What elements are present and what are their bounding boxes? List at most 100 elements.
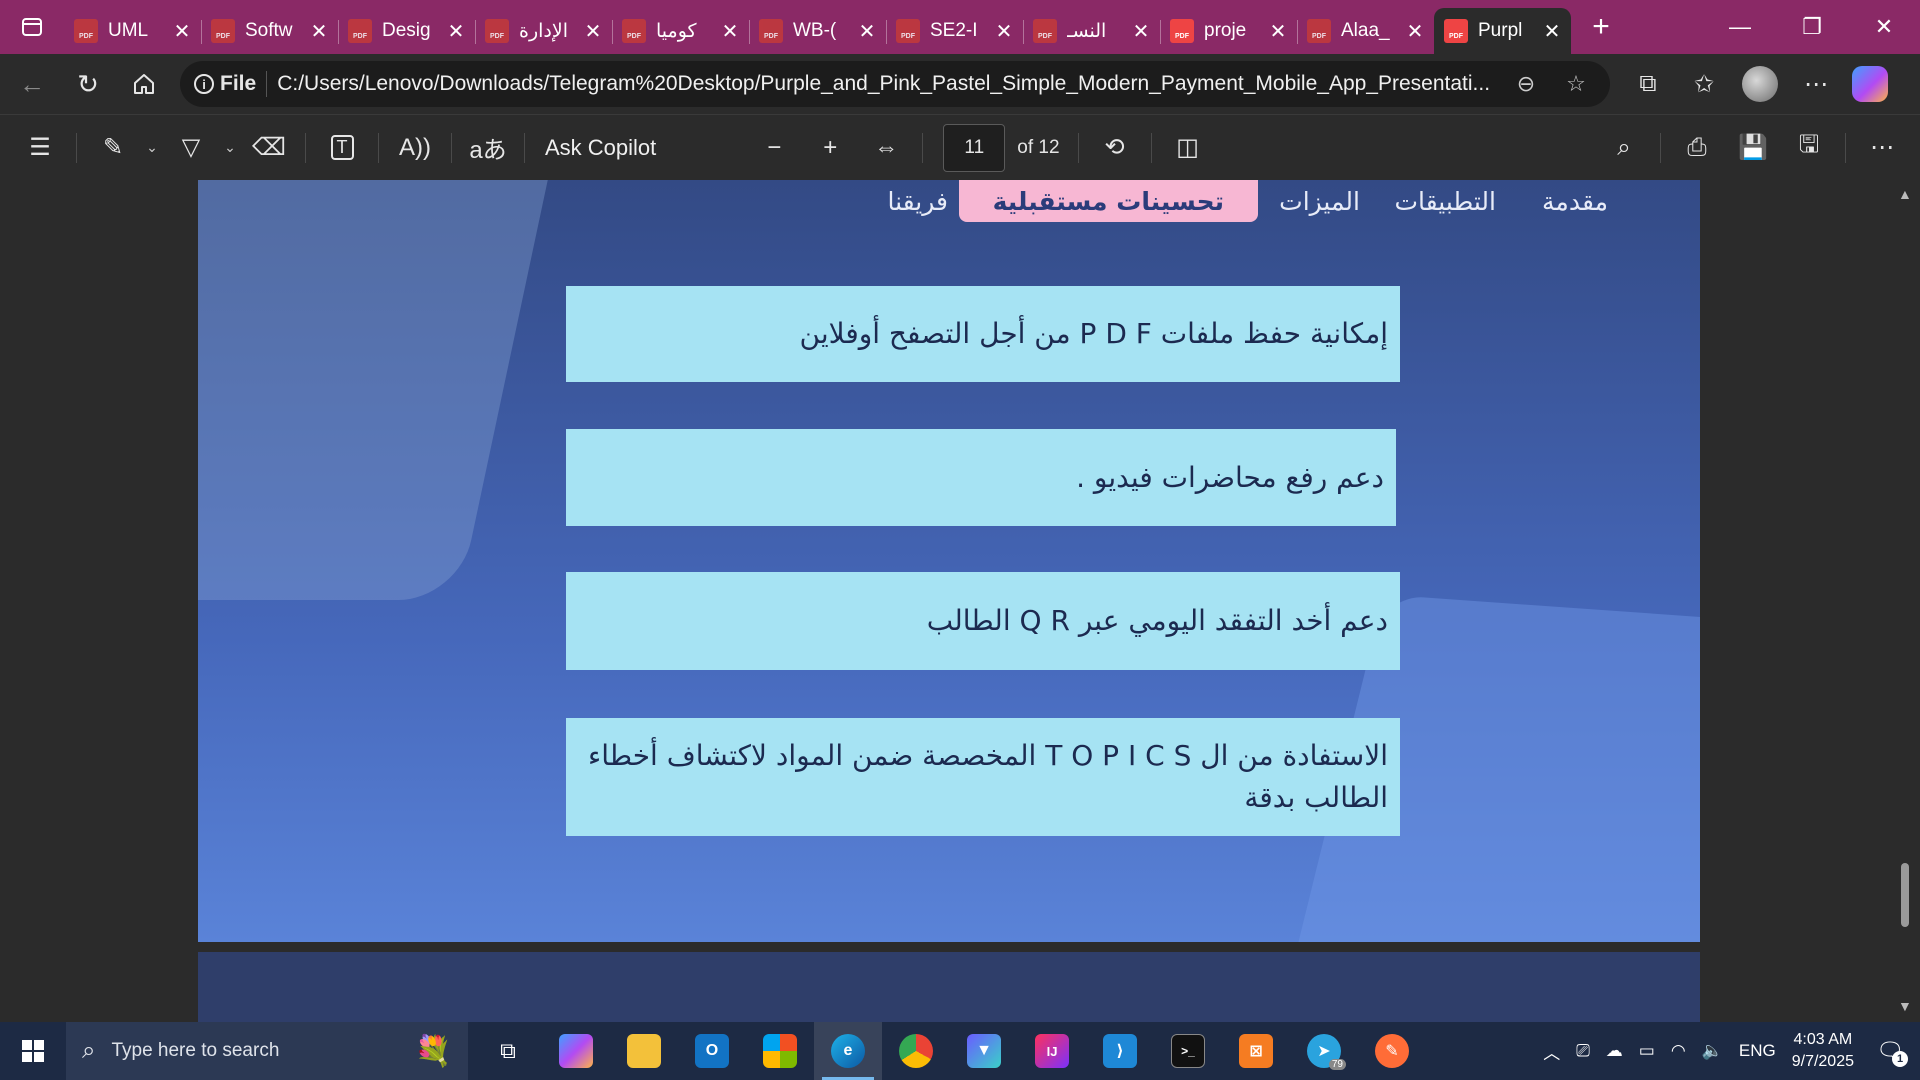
pdf-icon: PDF xyxy=(348,19,372,43)
close-tab-icon[interactable]: ✕ xyxy=(173,19,191,44)
copilot-app[interactable] xyxy=(542,1022,610,1080)
tab-actions-button[interactable] xyxy=(0,0,64,54)
tab-title: UML xyxy=(108,20,149,41)
draw-button[interactable]: ▽ xyxy=(163,115,219,181)
minimize-button[interactable]: — xyxy=(1704,0,1776,54)
edge-app[interactable]: e xyxy=(814,1022,882,1080)
back-arrow-icon: ← xyxy=(19,68,45,99)
search-button[interactable]: ⌕ xyxy=(1596,115,1652,181)
tab[interactable]: PDF Alaa_ ✕ xyxy=(1297,8,1434,54)
pdf-icon: PDF xyxy=(1307,19,1331,43)
close-tab-icon[interactable]: ✕ xyxy=(1543,19,1561,44)
chevron-up-icon[interactable]: ︿ xyxy=(1543,1039,1560,1064)
windows-logo-icon xyxy=(22,1040,44,1062)
outlook-app[interactable]: O xyxy=(678,1022,746,1080)
close-tab-icon[interactable]: ✕ xyxy=(1132,19,1150,44)
read-aloud-button[interactable]: A)) xyxy=(387,115,443,181)
tab[interactable]: PDF النسـ ✕ xyxy=(1023,8,1160,54)
vpn-app[interactable]: ▼ xyxy=(950,1022,1018,1080)
pdf-viewer[interactable]: مقدمة التطبيقات الميزات تحسينات مستقبلية… xyxy=(0,180,1920,1022)
extensions-icon[interactable]: ⧉ xyxy=(1620,70,1676,98)
close-tab-icon[interactable]: ✕ xyxy=(447,19,465,44)
terminal-app[interactable]: >_ xyxy=(1154,1022,1222,1080)
close-tab-icon[interactable]: ✕ xyxy=(1406,19,1424,44)
tab-active[interactable]: PDF Purpl ✕ xyxy=(1434,8,1571,54)
close-tab-icon[interactable]: ✕ xyxy=(721,19,739,44)
tab[interactable]: PDF WB-(✕ xyxy=(749,8,886,54)
page-view-button[interactable]: ◫ xyxy=(1160,115,1216,181)
copilot-icon[interactable] xyxy=(1852,66,1888,102)
rotate-button[interactable]: ⟲ xyxy=(1087,115,1143,181)
zoom-icon[interactable]: ⊖ xyxy=(1506,71,1546,97)
tab[interactable]: PDF الإدارة ✕ xyxy=(475,8,612,54)
tab[interactable]: PDF proje ✕ xyxy=(1160,8,1297,54)
decorative-shape xyxy=(198,180,578,600)
tab[interactable]: PDF Desig ✕ xyxy=(338,8,475,54)
close-tab-icon[interactable]: ✕ xyxy=(1269,19,1287,44)
scroll-down-icon[interactable]: ▼ xyxy=(1898,998,1912,1014)
erase-button[interactable]: ⌫ xyxy=(241,115,297,181)
site-info-button[interactable]: i File xyxy=(194,72,256,96)
meet-icon[interactable]: ⎚ xyxy=(1576,1041,1590,1061)
profile-avatar[interactable] xyxy=(1742,66,1778,102)
translate-button[interactable]: aあ xyxy=(460,115,516,181)
battery-icon[interactable]: ▭ xyxy=(1639,1041,1655,1061)
intellij-app[interactable]: IJ xyxy=(1018,1022,1086,1080)
pdf-icon: PDF xyxy=(759,19,783,43)
home-button[interactable] xyxy=(116,54,172,114)
onedrive-icon[interactable]: ☁ xyxy=(1606,1041,1623,1061)
more-options-button[interactable]: ⋯ xyxy=(1854,115,1910,181)
print-button[interactable]: ⎙ xyxy=(1669,115,1725,181)
highlight-options-chevron-icon[interactable]: ⌄ xyxy=(141,139,163,156)
url-text[interactable]: C:/Users/Lenovo/Downloads/Telegram%20Des… xyxy=(277,72,1496,96)
add-text-button[interactable]: T xyxy=(314,115,370,181)
favorites-icon[interactable]: ✩ xyxy=(1676,70,1732,99)
address-bar[interactable]: i File C:/Users/Lenovo/Downloads/Telegra… xyxy=(180,61,1610,107)
taskbar-search[interactable]: ⌕ Type here to search 💐 xyxy=(66,1022,468,1080)
restore-button[interactable]: ❐ xyxy=(1776,0,1848,54)
table-of-contents-button[interactable]: ☰ xyxy=(12,115,68,181)
clock[interactable]: 4:03 AM 9/7/2025 xyxy=(1792,1029,1854,1072)
vpn-icon: ▼ xyxy=(967,1034,1001,1068)
volume-icon[interactable]: 🔈 xyxy=(1702,1041,1723,1061)
more-menu-icon[interactable]: ⋯ xyxy=(1788,70,1844,99)
wifi-icon[interactable]: ◠ xyxy=(1671,1041,1686,1061)
save-as-button[interactable]: 🖫 xyxy=(1781,115,1837,181)
close-window-button[interactable]: ✕ xyxy=(1848,0,1920,54)
zoom-in-button[interactable]: + xyxy=(802,115,858,181)
postman-app[interactable]: ✎ xyxy=(1358,1022,1426,1080)
tab[interactable]: PDF UML ✕ xyxy=(64,8,201,54)
close-tab-icon[interactable]: ✕ xyxy=(584,19,602,44)
fit-to-width-button[interactable]: ⇔ xyxy=(858,115,914,181)
xampp-app[interactable]: ⊠ xyxy=(1222,1022,1290,1080)
close-tab-icon[interactable]: ✕ xyxy=(995,19,1013,44)
save-button[interactable]: 💾 xyxy=(1725,115,1781,181)
vertical-scrollbar[interactable]: ▲ ▼ xyxy=(1890,180,1920,1022)
tab[interactable]: PDF كوميا ✕ xyxy=(612,8,749,54)
store-app[interactable] xyxy=(746,1022,814,1080)
ask-copilot-button[interactable]: Ask Copilot xyxy=(545,135,656,161)
zoom-out-button[interactable]: − xyxy=(746,115,802,181)
vscode-app[interactable]: ⟩ xyxy=(1086,1022,1154,1080)
close-tab-icon[interactable]: ✕ xyxy=(310,19,328,44)
tab[interactable]: PDF Softw ✕ xyxy=(201,8,338,54)
language-indicator[interactable]: ENG xyxy=(1739,1041,1776,1061)
new-tab-button[interactable]: + xyxy=(1571,0,1631,54)
notifications-button[interactable]: 🗨 1 xyxy=(1870,1031,1910,1071)
scrollbar-thumb[interactable] xyxy=(1901,863,1909,927)
close-tab-icon[interactable]: ✕ xyxy=(858,19,876,44)
back-button[interactable]: ← xyxy=(4,54,60,114)
draw-options-chevron-icon[interactable]: ⌄ xyxy=(219,139,241,156)
start-button[interactable] xyxy=(0,1022,66,1080)
task-view-button[interactable]: ⧉ xyxy=(474,1022,542,1080)
chrome-app[interactable] xyxy=(882,1022,950,1080)
tab[interactable]: PDF SE2-I ✕ xyxy=(886,8,1023,54)
refresh-button[interactable]: ↻ xyxy=(60,54,116,114)
favorite-star-icon[interactable]: ☆ xyxy=(1556,71,1596,97)
highlight-button[interactable]: ✎ xyxy=(85,115,141,181)
file-explorer-app[interactable] xyxy=(610,1022,678,1080)
page-number-input[interactable]: 11 xyxy=(943,123,1006,172)
restore-icon: ❐ xyxy=(1802,14,1822,39)
scroll-up-icon[interactable]: ▲ xyxy=(1898,186,1912,202)
telegram-app[interactable]: ➤ 79 xyxy=(1290,1022,1358,1080)
